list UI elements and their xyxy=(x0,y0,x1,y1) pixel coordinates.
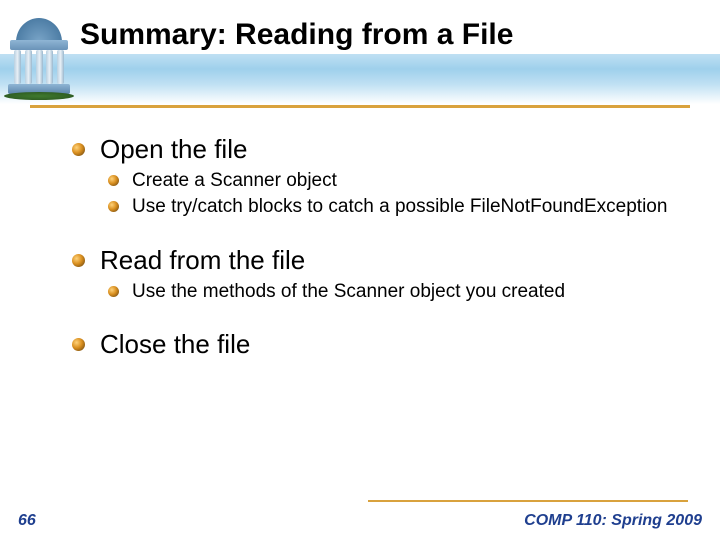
subbullet-create-scanner: Create a Scanner object xyxy=(106,169,680,193)
content-area: Open the file Create a Scanner object Us… xyxy=(70,128,680,364)
slide-title: Summary: Reading from a File xyxy=(80,18,710,52)
slide: Summary: Reading from a File Open the fi… xyxy=(0,0,720,540)
unc-old-well-icon xyxy=(4,18,74,96)
bullet-read-file: Read from the file xyxy=(70,245,680,276)
footer-divider xyxy=(368,500,688,502)
title-underline xyxy=(30,105,690,108)
course-label: COMP 110: Spring 2009 xyxy=(524,512,702,530)
page-number: 66 xyxy=(18,512,36,530)
subbullet-scanner-methods: Use the methods of the Scanner object yo… xyxy=(106,280,680,304)
bullet-close-file: Close the file xyxy=(70,329,680,360)
subbullet-try-catch: Use try/catch blocks to catch a possible… xyxy=(106,195,680,219)
cloud-band xyxy=(0,54,720,104)
bullet-open-file: Open the file xyxy=(70,134,680,165)
